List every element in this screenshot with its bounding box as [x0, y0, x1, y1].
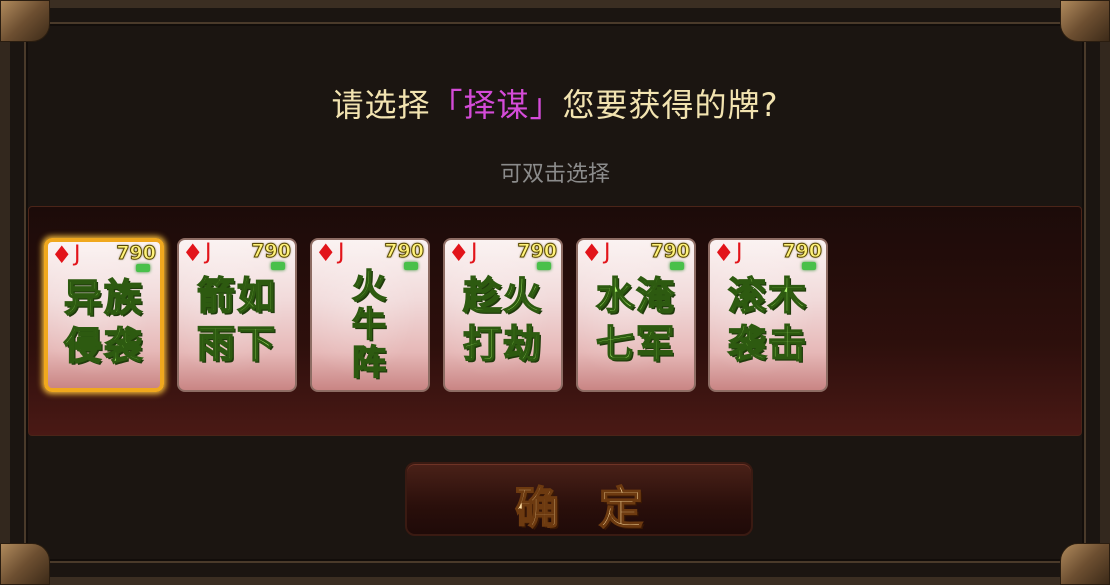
card-name: 异族 侵袭: [48, 274, 160, 370]
card-cost: 790: [384, 240, 425, 262]
card-yizu-qinxi[interactable]: ♦ J 790 异族 侵袭: [44, 238, 164, 392]
card-chenhuo-dajie[interactable]: ♦ J 790 趁火 打劫: [443, 238, 563, 392]
card-name-line: 箭如: [196, 273, 277, 319]
card-cost: 790: [116, 242, 157, 264]
frame-corner-ornament: [1060, 0, 1110, 42]
gem-icon: [802, 262, 816, 270]
title-suffix: 您要获得的牌?: [562, 86, 779, 124]
card-jianru-yuxia[interactable]: ♦ J 790 箭如 雨下: [177, 238, 297, 392]
diamond-suit-icon: ♦: [315, 239, 337, 267]
gem-icon: [136, 264, 150, 272]
double-click-hint: 可双击选择: [499, 162, 610, 187]
diamond-suit-icon: ♦: [713, 239, 735, 267]
card-gunmu-xiji[interactable]: ♦ J 790 滚木 袭击: [708, 238, 828, 392]
title-prefix: 请选择: [331, 86, 431, 124]
frame-corner-ornament: [0, 543, 50, 585]
card-name-line: 火: [351, 267, 388, 307]
card-name-line: 趁火: [462, 273, 543, 319]
card-rank: J: [736, 240, 743, 265]
confirm-button[interactable]: 确定: [405, 462, 753, 536]
gem-icon: [271, 262, 285, 270]
skill-name: 「择谋」: [430, 86, 563, 124]
card-huoniu-zhen[interactable]: ♦ J 790 火 牛 阵: [310, 238, 430, 392]
card-name-line: 水淹: [595, 273, 676, 319]
card-cost: 790: [782, 240, 823, 262]
card-rank: J: [205, 240, 212, 265]
card-name-line: 打劫: [462, 321, 543, 367]
gem-icon: [670, 262, 684, 270]
card-rank: J: [471, 240, 478, 265]
diamond-suit-icon: ♦: [182, 239, 204, 267]
card-name: 滚木 袭击: [710, 272, 826, 368]
card-cost: 790: [251, 240, 292, 262]
card-name-line: 七军: [595, 321, 676, 367]
card-name-line: 阵: [351, 343, 388, 383]
card-name: 水淹 七军: [578, 272, 694, 368]
card-name: 箭如 雨下: [179, 272, 295, 368]
card-rank: J: [604, 240, 611, 265]
diamond-suit-icon: ♦: [51, 241, 73, 269]
card-cost: 790: [650, 240, 691, 262]
diamond-suit-icon: ♦: [448, 239, 470, 267]
card-name-line: 牛: [351, 305, 388, 345]
card-name-line: 袭击: [727, 321, 808, 367]
card-rank: J: [338, 240, 345, 265]
diamond-suit-icon: ♦: [581, 239, 603, 267]
dialog-title: 请选择「择谋」您要获得的牌?: [0, 80, 1110, 126]
gem-icon: [537, 262, 551, 270]
card-name-line: 雨下: [196, 321, 277, 367]
card-name-line: 滚木: [727, 273, 808, 319]
confirm-button-label: 确定: [514, 482, 683, 535]
card-name: 火 牛 阵: [312, 267, 428, 383]
card-shuiyan-qijun[interactable]: ♦ J 790 水淹 七军: [576, 238, 696, 392]
card-name-line: 异族: [63, 275, 144, 321]
frame-corner-ornament: [0, 0, 50, 42]
card-name-line: 侵袭: [63, 323, 144, 369]
card-cost: 790: [517, 240, 558, 262]
frame-corner-ornament: [1060, 543, 1110, 585]
card-name: 趁火 打劫: [445, 272, 561, 368]
card-rank: J: [74, 242, 81, 267]
